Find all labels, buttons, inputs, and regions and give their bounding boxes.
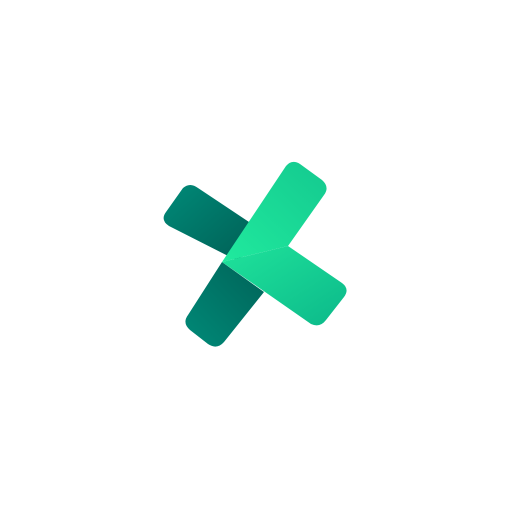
logo-arm-upper-right [222,161,327,262]
cross-logo-icon [163,161,347,347]
canvas [0,0,512,512]
